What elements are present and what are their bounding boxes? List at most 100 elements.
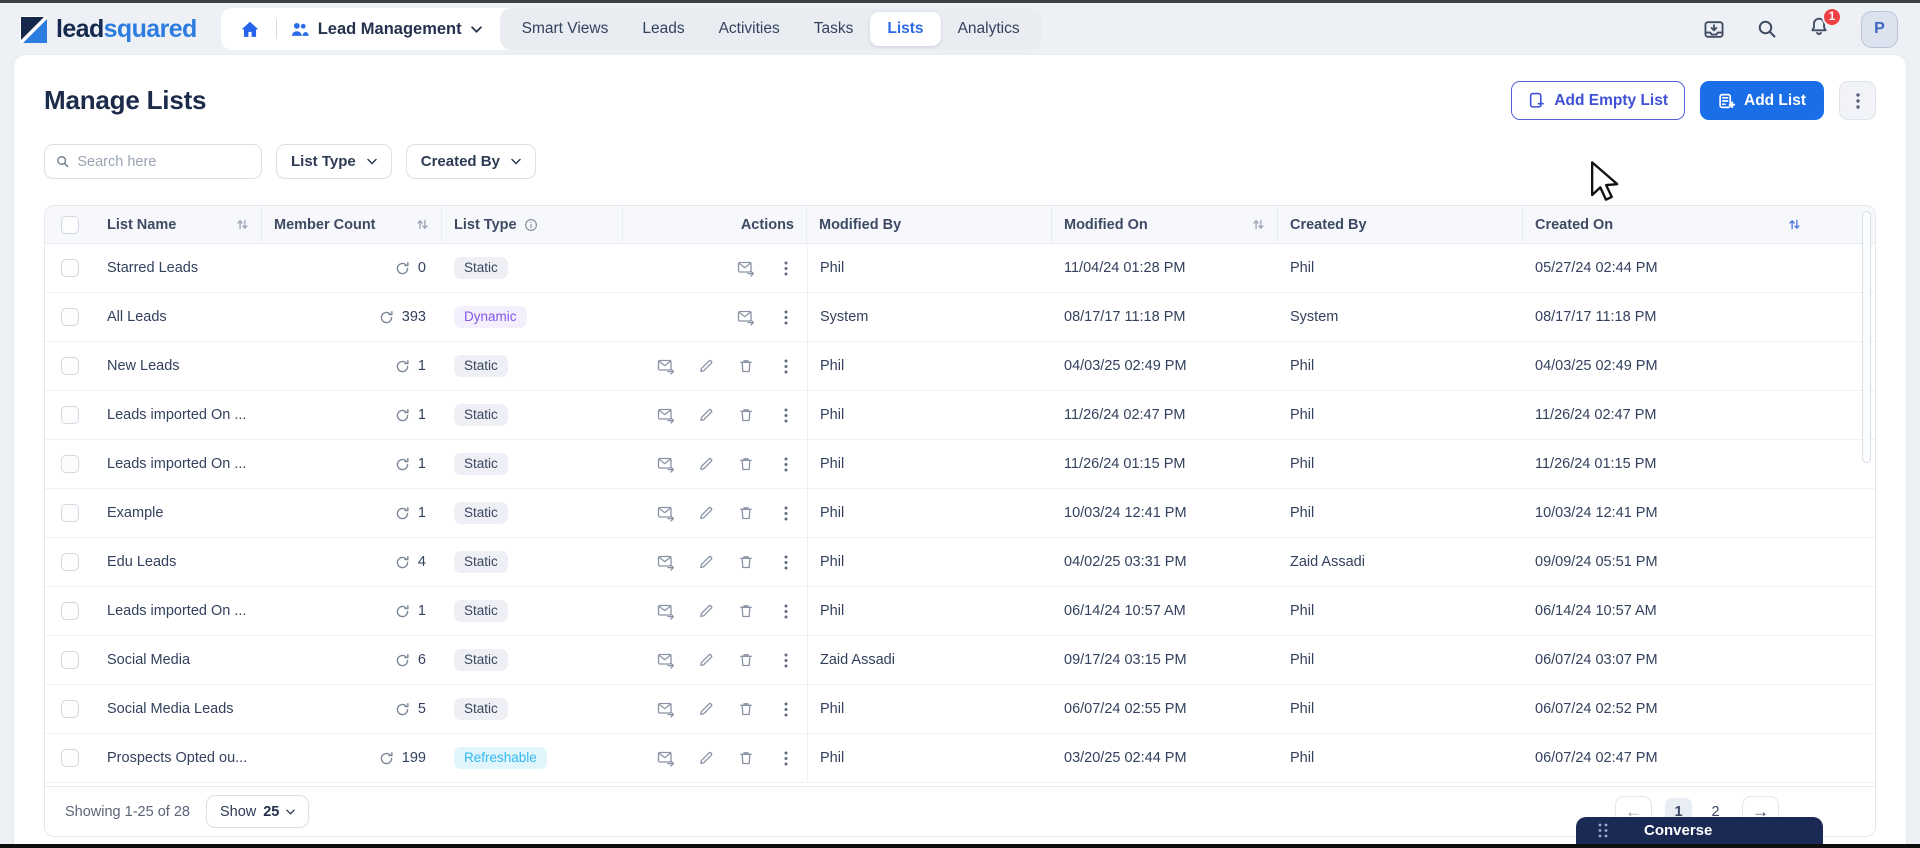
refresh-count-icon[interactable]	[379, 310, 394, 325]
delete-icon[interactable]	[737, 505, 755, 521]
column-modified-on[interactable]: Modified On	[1052, 206, 1278, 243]
edit-icon[interactable]	[697, 750, 715, 766]
row-checkbox[interactable]	[61, 700, 79, 718]
list-name[interactable]: Example	[107, 505, 163, 521]
workspace-selector[interactable]: Lead Management	[290, 20, 482, 39]
row-checkbox[interactable]	[61, 455, 79, 473]
row-checkbox[interactable]	[61, 308, 79, 326]
row-menu-icon[interactable]	[777, 751, 795, 766]
sort-icon[interactable]	[1252, 218, 1265, 231]
sort-icon[interactable]	[236, 218, 249, 231]
info-icon[interactable]	[524, 218, 538, 232]
send-email-icon[interactable]	[657, 456, 675, 473]
notifications-bell-icon[interactable]: 1	[1809, 16, 1829, 42]
column-member-count[interactable]: Member Count	[262, 206, 442, 243]
list-name[interactable]: Prospects Opted ou...	[107, 750, 247, 766]
row-checkbox[interactable]	[61, 651, 79, 669]
add-list-button[interactable]: Add List	[1700, 81, 1824, 120]
tab-analytics[interactable]: Analytics	[941, 8, 1037, 50]
search-icon[interactable]	[1757, 19, 1777, 39]
drag-handle-icon[interactable]	[1598, 823, 1608, 838]
send-email-icon[interactable]	[657, 603, 675, 620]
row-checkbox[interactable]	[61, 602, 79, 620]
leadsquared-logo[interactable]: leadsquared	[20, 15, 197, 44]
row-menu-icon[interactable]	[777, 506, 795, 521]
list-name[interactable]: Edu Leads	[107, 554, 176, 570]
refresh-count-icon[interactable]	[379, 751, 394, 766]
edit-icon[interactable]	[697, 358, 715, 374]
list-name[interactable]: New Leads	[107, 358, 180, 374]
row-menu-icon[interactable]	[777, 359, 795, 374]
list-name[interactable]: Social Media	[107, 652, 190, 668]
send-email-icon[interactable]	[657, 554, 675, 571]
row-checkbox[interactable]	[61, 259, 79, 277]
row-menu-icon[interactable]	[777, 555, 795, 570]
edit-icon[interactable]	[697, 456, 715, 472]
more-options-button[interactable]	[1839, 81, 1876, 120]
delete-icon[interactable]	[737, 701, 755, 717]
page-size-selector[interactable]: Show 25	[206, 795, 309, 828]
list-type-filter[interactable]: List Type	[276, 144, 392, 179]
delete-icon[interactable]	[737, 456, 755, 472]
send-email-icon[interactable]	[657, 407, 675, 424]
delete-icon[interactable]	[737, 603, 755, 619]
row-checkbox[interactable]	[61, 749, 79, 767]
refresh-count-icon[interactable]	[395, 506, 410, 521]
row-menu-icon[interactable]	[777, 261, 795, 276]
send-email-icon[interactable]	[657, 505, 675, 522]
edit-icon[interactable]	[697, 505, 715, 521]
row-menu-icon[interactable]	[777, 702, 795, 717]
send-email-icon[interactable]	[657, 701, 675, 718]
avatar[interactable]: P	[1861, 11, 1898, 48]
edit-icon[interactable]	[697, 603, 715, 619]
row-checkbox[interactable]	[61, 504, 79, 522]
refresh-count-icon[interactable]	[395, 408, 410, 423]
tab-smart-views[interactable]: Smart Views	[505, 8, 626, 50]
refresh-count-icon[interactable]	[395, 261, 410, 276]
tab-tasks[interactable]: Tasks	[797, 8, 871, 50]
inbox-tray-icon[interactable]	[1703, 19, 1725, 40]
table-scrollbar[interactable]	[1862, 211, 1871, 463]
refresh-count-icon[interactable]	[395, 359, 410, 374]
tab-activities[interactable]: Activities	[702, 8, 797, 50]
edit-icon[interactable]	[697, 554, 715, 570]
send-email-icon[interactable]	[657, 652, 675, 669]
list-name[interactable]: Leads imported On ...	[107, 456, 246, 472]
refresh-count-icon[interactable]	[395, 555, 410, 570]
send-email-icon[interactable]	[737, 260, 755, 277]
created-by-filter[interactable]: Created By	[406, 144, 536, 179]
sort-icon[interactable]	[416, 218, 429, 231]
send-email-icon[interactable]	[737, 309, 755, 326]
row-menu-icon[interactable]	[777, 310, 795, 325]
list-name[interactable]: Leads imported On ...	[107, 603, 246, 619]
delete-icon[interactable]	[737, 358, 755, 374]
row-checkbox[interactable]	[61, 406, 79, 424]
edit-icon[interactable]	[697, 407, 715, 423]
row-checkbox[interactable]	[61, 357, 79, 375]
delete-icon[interactable]	[737, 652, 755, 668]
row-menu-icon[interactable]	[777, 604, 795, 619]
list-name[interactable]: Leads imported On ...	[107, 407, 246, 423]
refresh-count-icon[interactable]	[395, 653, 410, 668]
list-name[interactable]: Social Media Leads	[107, 701, 234, 717]
converse-widget[interactable]: Converse	[1576, 817, 1823, 844]
row-menu-icon[interactable]	[777, 408, 795, 423]
row-menu-icon[interactable]	[777, 653, 795, 668]
refresh-count-icon[interactable]	[395, 702, 410, 717]
select-all-checkbox[interactable]	[61, 216, 79, 234]
list-name[interactable]: All Leads	[107, 309, 167, 325]
add-empty-list-button[interactable]: Add Empty List	[1511, 81, 1685, 120]
column-created-on[interactable]: Created On	[1523, 206, 1875, 243]
column-list-name[interactable]: List Name	[95, 206, 262, 243]
sort-icon[interactable]	[1788, 218, 1801, 231]
tab-leads[interactable]: Leads	[625, 8, 701, 50]
send-email-icon[interactable]	[657, 750, 675, 767]
row-checkbox[interactable]	[61, 553, 79, 571]
edit-icon[interactable]	[697, 652, 715, 668]
home-icon[interactable]	[237, 21, 263, 38]
delete-icon[interactable]	[737, 554, 755, 570]
tab-lists[interactable]: Lists	[870, 12, 940, 46]
refresh-count-icon[interactable]	[395, 604, 410, 619]
delete-icon[interactable]	[737, 407, 755, 423]
delete-icon[interactable]	[737, 750, 755, 766]
